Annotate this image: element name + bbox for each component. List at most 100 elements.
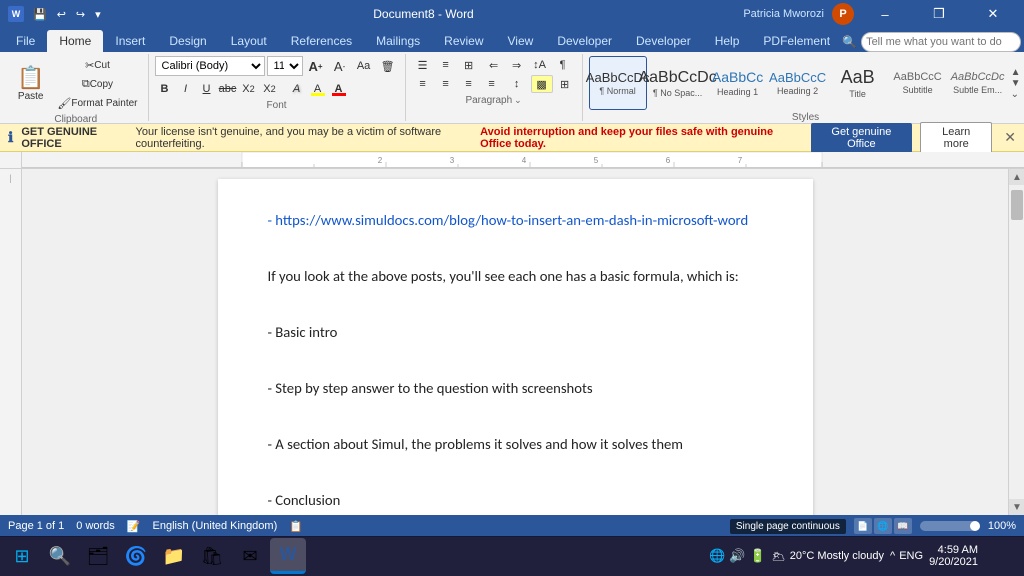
- print-layout-button[interactable]: 📄: [854, 518, 872, 534]
- font-name-selector[interactable]: Calibri (Body): [155, 56, 265, 76]
- tab-view[interactable]: View: [496, 30, 546, 52]
- tab-help[interactable]: Help: [703, 30, 752, 52]
- weather-widget[interactable]: 🌥 20°C Mostly cloudy: [772, 550, 884, 563]
- web-layout-button[interactable]: 🌐: [874, 518, 892, 534]
- document-area[interactable]: - https://www.simuldocs.com/blog/how-to-…: [22, 169, 1008, 515]
- style-heading1[interactable]: AaBbCc Heading 1: [709, 56, 767, 110]
- numbered-list-button[interactable]: ≡: [435, 56, 457, 74]
- show-desktop-button[interactable]: [984, 538, 1020, 574]
- format-painter-button[interactable]: 🖌 Format Painter: [53, 94, 141, 112]
- grow-font-button[interactable]: A+: [305, 57, 327, 75]
- clear-format-button[interactable]: 🗑: [377, 57, 399, 75]
- scroll-thumb[interactable]: [1011, 190, 1023, 220]
- tab-pdfelement[interactable]: PDFelement: [751, 30, 842, 52]
- read-mode-button[interactable]: 📖: [894, 518, 912, 534]
- font-size-selector[interactable]: 11: [267, 56, 303, 76]
- style-subtle-em[interactable]: AaBbCcDc Subtle Em...: [949, 56, 1007, 110]
- font-color-button[interactable]: A: [329, 80, 349, 98]
- subscript-button[interactable]: X2: [239, 80, 259, 98]
- increase-indent-button[interactable]: ⇒: [506, 56, 528, 74]
- zoom-slider[interactable]: [920, 521, 980, 531]
- style-no-spacing[interactable]: AaBbCcDc ¶ No Spac...: [649, 56, 707, 110]
- tab-home[interactable]: Home: [47, 30, 103, 52]
- underline-button[interactable]: U: [197, 80, 217, 98]
- svg-text:3: 3: [450, 156, 455, 165]
- scroll-track[interactable]: [1009, 185, 1024, 499]
- border-button[interactable]: ⊞: [554, 75, 576, 93]
- scroll-down-button[interactable]: ▼: [1009, 499, 1024, 515]
- help-search-input[interactable]: [861, 32, 1021, 52]
- justify-button[interactable]: ≡: [481, 75, 503, 93]
- sort-button[interactable]: ↕A: [529, 56, 551, 74]
- tab-developer1[interactable]: Developer: [545, 30, 624, 52]
- taskbar-store[interactable]: 🛍: [194, 538, 230, 574]
- paragraph-dialog-launcher[interactable]: ⌄: [514, 95, 522, 106]
- get-genuine-button[interactable]: Get genuine Office: [811, 123, 913, 153]
- zoom-thumb[interactable]: [970, 521, 980, 531]
- scroll-up-button[interactable]: ▲: [1009, 169, 1024, 185]
- styles-scroll-down[interactable]: ▼: [1011, 78, 1021, 89]
- taskbar-search[interactable]: 🔍: [42, 538, 78, 574]
- cut-button[interactable]: ✂ Cut: [53, 56, 141, 74]
- info-icon: ℹ: [8, 129, 13, 146]
- customize-quick-access[interactable]: ▾: [92, 6, 104, 23]
- bullet-list-button[interactable]: ☰: [412, 56, 434, 74]
- styles-scroll-up[interactable]: ▲: [1011, 67, 1021, 78]
- style-title[interactable]: AaB Title: [829, 56, 887, 110]
- close-button[interactable]: ✕: [970, 0, 1016, 28]
- text-effects-button[interactable]: A: [287, 80, 307, 98]
- copy-button[interactable]: ⧉ Copy: [53, 75, 141, 93]
- show-marks-button[interactable]: ¶: [552, 56, 574, 74]
- user-avatar[interactable]: P: [832, 3, 854, 25]
- tab-references[interactable]: References: [279, 30, 364, 52]
- doc-link-0[interactable]: - https://www.simuldocs.com/blog/how-to-…: [268, 211, 749, 229]
- tab-mailings[interactable]: Mailings: [364, 30, 432, 52]
- tab-review[interactable]: Review: [432, 30, 495, 52]
- change-case-button[interactable]: Aa: [353, 57, 375, 75]
- redo-button[interactable]: ↪: [73, 6, 88, 23]
- style-subtitle[interactable]: AaBbCcC Subtitle: [889, 56, 947, 110]
- battery-icon[interactable]: 🔋: [750, 548, 766, 564]
- tab-developer2[interactable]: Developer: [624, 30, 703, 52]
- taskbar-taskview[interactable]: 🗂: [80, 538, 116, 574]
- tab-file[interactable]: File: [4, 30, 47, 52]
- style-heading2[interactable]: AaBbCcC Heading 2: [769, 56, 827, 110]
- shrink-font-button[interactable]: A-: [329, 57, 351, 75]
- document-page[interactable]: - https://www.simuldocs.com/blog/how-to-…: [218, 179, 813, 515]
- tab-insert[interactable]: Insert: [103, 30, 157, 52]
- strikethrough-button[interactable]: abc: [218, 80, 238, 98]
- style-subtitle-preview: AaBbCcC: [893, 71, 941, 84]
- learn-more-button[interactable]: Learn more: [920, 122, 992, 154]
- superscript-button[interactable]: X2: [260, 80, 280, 98]
- vertical-ruler-toggle[interactable]: |: [0, 173, 21, 183]
- align-left-button[interactable]: ≡: [412, 75, 434, 93]
- tab-layout[interactable]: Layout: [219, 30, 279, 52]
- highlight-color-button[interactable]: A: [308, 80, 328, 98]
- style-title-preview: AaB: [841, 67, 875, 89]
- line-spacing-button[interactable]: ↕: [506, 75, 528, 93]
- decrease-indent-button[interactable]: ⇐: [483, 56, 505, 74]
- taskbar-mail[interactable]: ✉: [232, 538, 268, 574]
- align-right-button[interactable]: ≡: [458, 75, 480, 93]
- bold-button[interactable]: B: [155, 80, 175, 98]
- title-bar-left: W 💾 ↩ ↪ ▾: [8, 6, 104, 23]
- clock[interactable]: 4:59 AM 9/20/2021: [929, 544, 978, 568]
- taskbar-edge[interactable]: 🌀: [118, 538, 154, 574]
- tab-design[interactable]: Design: [157, 30, 218, 52]
- taskbar-word[interactable]: W: [270, 538, 306, 574]
- autosave-toggle[interactable]: 💾: [30, 6, 50, 23]
- align-center-button[interactable]: ≡: [435, 75, 457, 93]
- undo-button[interactable]: ↩: [54, 6, 69, 23]
- start-button[interactable]: ⊞: [4, 538, 40, 574]
- volume-icon[interactable]: 🔊: [729, 548, 745, 564]
- styles-expand[interactable]: ⌄: [1011, 89, 1021, 100]
- info-close-button[interactable]: ✕: [1004, 129, 1016, 146]
- taskbar-explorer[interactable]: 📁: [156, 538, 192, 574]
- italic-button[interactable]: I: [176, 80, 196, 98]
- multilevel-list-button[interactable]: ⊞: [458, 56, 480, 74]
- minimize-button[interactable]: –: [862, 0, 908, 28]
- shading-button[interactable]: ▩: [531, 75, 553, 93]
- restore-button[interactable]: ❒: [916, 0, 962, 28]
- paste-button[interactable]: 📋 Paste: [10, 56, 51, 110]
- network-icon[interactable]: 🌐: [709, 548, 725, 564]
